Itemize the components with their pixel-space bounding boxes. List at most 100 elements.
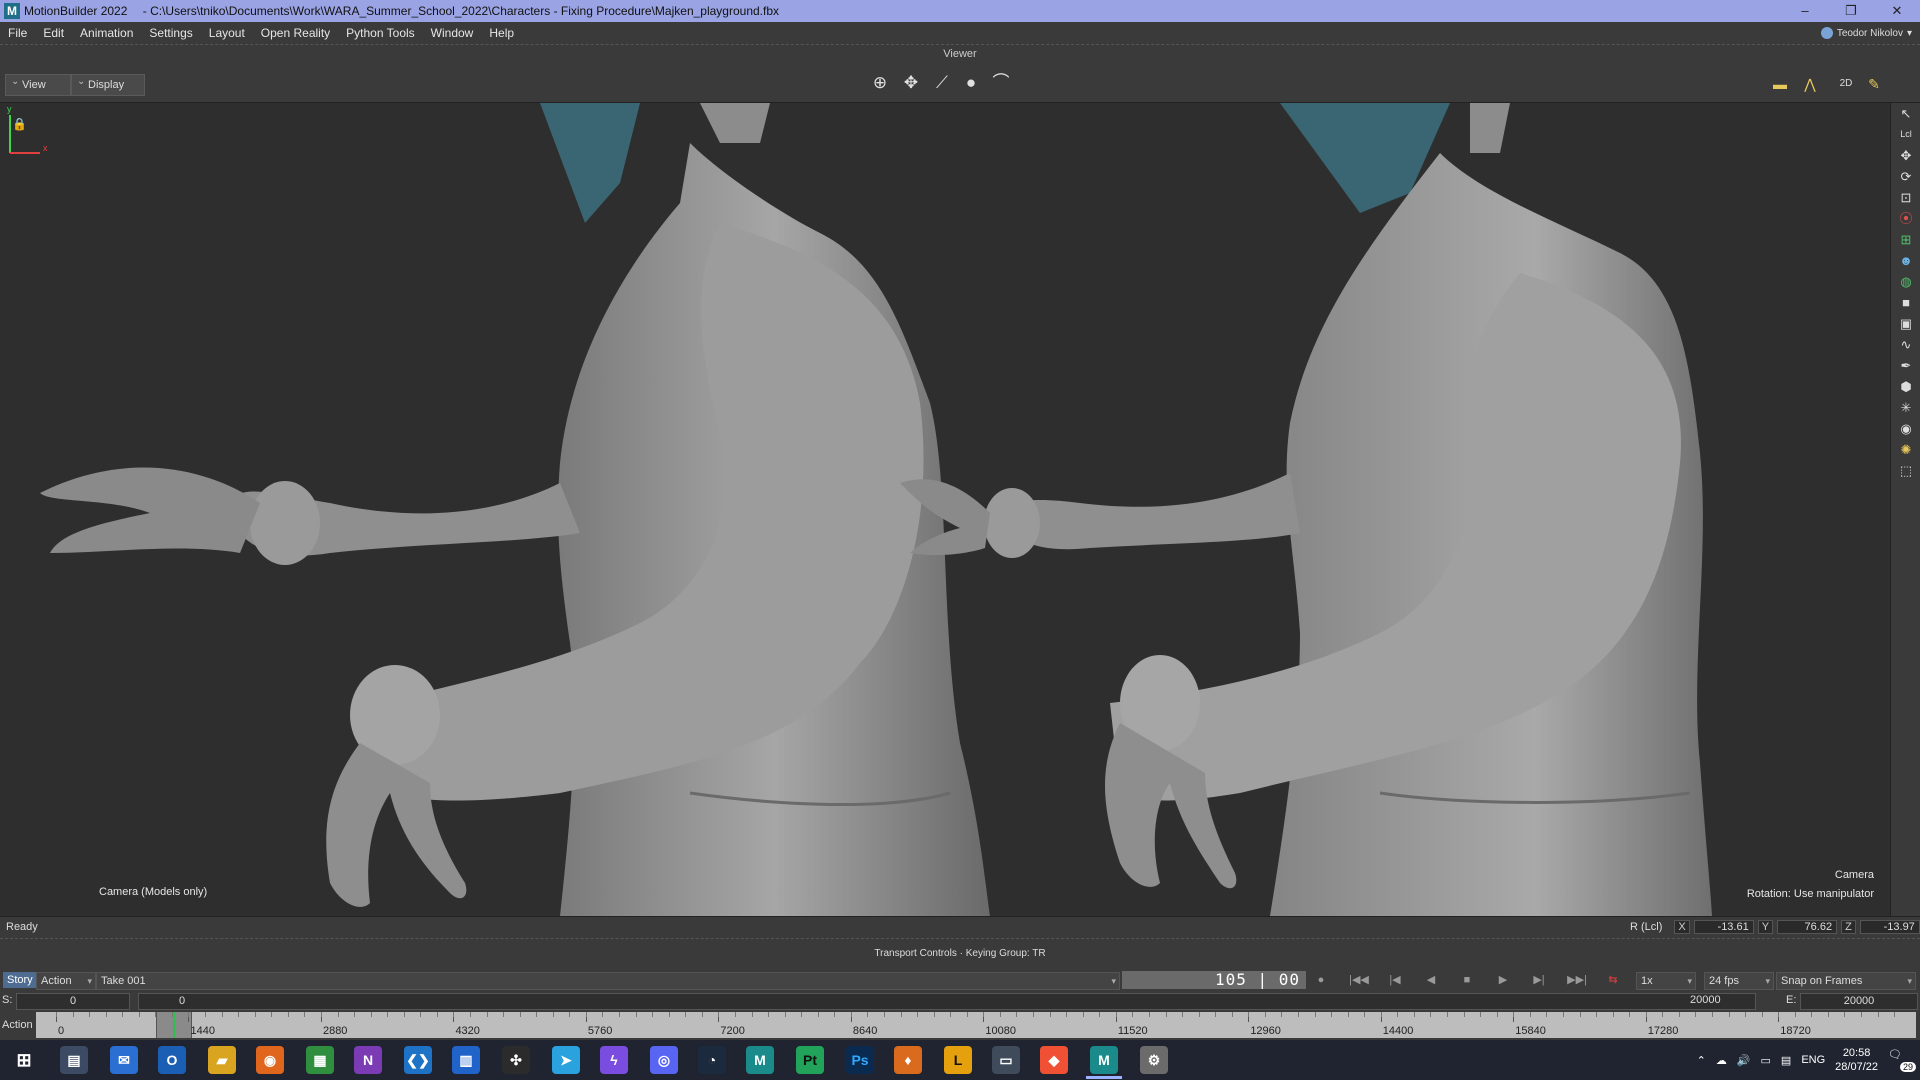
telegram-icon[interactable]: ➤ [552,1046,580,1074]
previous-key-icon[interactable]: |◀ [1384,972,1406,988]
speaker-icon[interactable]: 🔊 [1737,1054,1751,1067]
git-icon[interactable]: ◆ [1040,1046,1068,1074]
play-icon[interactable]: ▶ [1492,972,1514,988]
restore-button[interactable]: ❐ [1828,0,1874,22]
keyframe-display-icon[interactable]: ▬ [1770,74,1790,94]
clock[interactable]: 20:58 28/07/22 [1835,1046,1878,1074]
light-icon[interactable]: ✺ [1891,439,1920,460]
slack-icon[interactable]: ✣ [502,1046,530,1074]
vscode-icon[interactable]: ❮❯ [404,1046,432,1074]
ik-icon[interactable]: ⦿ [1891,208,1920,229]
fps-select[interactable]: 24 fps ▾ [1704,972,1774,990]
file-manager-icon[interactable]: ▤ [60,1046,88,1074]
menu-settings[interactable]: Settings [141,26,200,40]
mail-icon[interactable]: ✉ [110,1046,138,1074]
mode-select[interactable]: Action ▾ [36,972,96,990]
menu-file[interactable]: File [0,26,35,40]
speed-select[interactable]: 1x ▾ [1636,972,1696,990]
curve-icon[interactable]: ∿ [1891,334,1920,355]
trajectory-icon[interactable]: ⋀ [1800,74,1820,94]
cube-top-icon[interactable]: ▣ [1891,313,1920,334]
sheets-icon[interactable]: ▦ [306,1046,334,1074]
brush-icon[interactable]: ✎ [1864,74,1884,94]
close-button[interactable]: ✕ [1874,0,1920,22]
outlook-icon[interactable]: O [158,1046,186,1074]
current-frame-display[interactable]: 105 | 00 [1122,971,1306,989]
end-frame-field[interactable]: 20000 [1800,993,1918,1010]
minimize-button[interactable]: – [1782,0,1828,22]
menu-python-tools[interactable]: Python Tools [338,26,423,40]
take-select[interactable]: Take 001 ▾ [96,972,1120,990]
language-indicator[interactable]: ENG [1801,1054,1825,1066]
motionbuilder-active-icon[interactable]: M [1090,1046,1118,1074]
frame-icon[interactable]: ⬚ [1891,460,1920,481]
trello-icon[interactable]: ▥ [452,1046,480,1074]
record-icon[interactable]: ● [1310,972,1332,988]
tool-app-icon[interactable]: ⚙ [1140,1046,1168,1074]
view-menu-button[interactable]: View [5,72,71,96]
photoshop-icon[interactable]: Ps [846,1046,874,1074]
select-arrow-icon[interactable]: ↖ [1891,103,1920,124]
menu-help[interactable]: Help [481,26,522,40]
pen-icon[interactable]: ✒ [1891,355,1920,376]
2d-view-icon[interactable]: 2D [1836,74,1856,94]
motionbuilder-taskbar-icon[interactable]: M [746,1046,774,1074]
y-value-field[interactable]: 76.62 [1777,920,1838,934]
play-backward-icon[interactable]: ◀ [1420,972,1442,988]
globe-icon[interactable]: ◍ [1891,271,1920,292]
network-icon[interactable]: ▤ [1781,1054,1791,1067]
menu-window[interactable]: Window [423,26,482,40]
translate-icon[interactable]: ✥ [1891,145,1920,166]
arc-tool-icon[interactable]: ⌒ [990,72,1012,94]
dragon-icon[interactable]: ♦ [894,1046,922,1074]
messenger-icon[interactable]: ϟ [600,1046,628,1074]
start-frame-field[interactable]: 0 [16,993,130,1010]
loop-icon[interactable]: ⇆ [1602,972,1624,988]
battery-icon[interactable]: ▭ [1761,1054,1771,1067]
3d-viewport[interactable]: 🔒 y x Camera (Models only) Camera Rotati… [0,103,1890,916]
menu-layout[interactable]: Layout [201,26,253,40]
story-tab[interactable]: Story [3,972,37,988]
timeline-track[interactable]: 0 1440 2880 4320 5760 7200 8640 10080 11520 12960… [36,1012,1916,1038]
cloud-icon[interactable]: ☁ [1716,1054,1727,1067]
pan-tool-icon[interactable]: ✥ [900,72,922,94]
next-key-icon[interactable]: ▶| [1528,972,1550,988]
skeleton-icon[interactable]: ✳ [1891,397,1920,418]
hexagon-icon[interactable]: ⬢ [1891,376,1920,397]
firefox-icon[interactable]: ◉ [256,1046,284,1074]
character-icon[interactable]: ☻ [1891,250,1920,271]
plex-icon[interactable]: L [944,1046,972,1074]
local-space-icon[interactable]: Lcl [1891,124,1920,145]
folder-icon[interactable]: ▰ [208,1046,236,1074]
steam-icon[interactable]: ◔ [698,1046,726,1074]
timeline-minor-tick [1115,1012,1117,1017]
z-value-field[interactable]: -13.97 [1859,920,1920,934]
menu-animation[interactable]: Animation [72,26,141,40]
onenote-icon[interactable]: N [354,1046,382,1074]
go-to-start-icon[interactable]: |◀◀ [1348,972,1370,988]
rotate-icon[interactable]: ⟳ [1891,166,1920,187]
pycharm-icon[interactable]: Pt [796,1046,824,1074]
orbit-tool-icon[interactable]: ⊕ [869,72,891,94]
material-icon[interactable]: ◉ [1891,418,1920,439]
magnifier-tool-icon[interactable]: ● [960,72,982,94]
x-value-field[interactable]: -13.61 [1693,920,1754,934]
discord-icon[interactable]: ◎ [650,1046,678,1074]
go-to-end-icon[interactable]: ▶▶| [1566,972,1588,988]
chevron-up-icon[interactable]: ⌃ [1697,1054,1706,1067]
current-frame-range-field[interactable]: 0 [138,993,1756,1010]
user-account[interactable]: Teodor Nikolov ▾ [1820,22,1912,44]
scale-icon[interactable]: ⊡ [1891,187,1920,208]
pivot-icon[interactable]: ⊞ [1891,229,1920,250]
remote-desktop-icon[interactable]: ▭ [992,1046,1020,1074]
windows-start-icon[interactable]: ⊞ [10,1046,38,1074]
stop-icon[interactable]: ■ [1456,972,1478,988]
cube-front-icon[interactable]: ■ [1891,292,1920,313]
menu-open-reality[interactable]: Open Reality [253,26,338,40]
timeline-playhead[interactable] [155,1012,192,1038]
snap-select[interactable]: Snap on Frames ▾ [1776,972,1916,990]
zoom-line-tool-icon[interactable]: ⟋ [931,72,953,94]
menu-edit[interactable]: Edit [35,26,72,40]
display-menu-button[interactable]: Display [71,72,145,96]
notification-center[interactable]: 🗨 29 [1888,1048,1916,1072]
